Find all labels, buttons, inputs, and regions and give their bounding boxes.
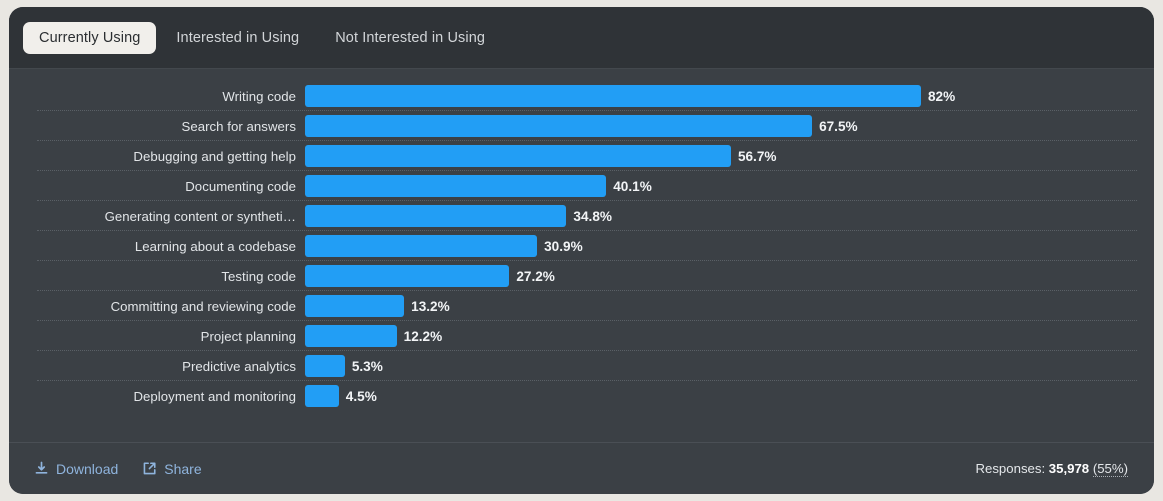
bar-category-label: Committing and reviewing code	[110, 298, 296, 314]
share-button[interactable]: Share	[142, 460, 202, 477]
bar[interactable]	[305, 85, 921, 107]
bar[interactable]	[305, 235, 538, 257]
bar-chart-row[interactable]: Project planning 12.2%	[9, 321, 1154, 351]
bar-chart-row[interactable]: Committing and reviewing code 13.2%	[9, 291, 1154, 321]
bar-chart: Writing code 82% Search for answers 67.5% De…	[9, 69, 1154, 442]
bar-track: 82%	[305, 81, 1154, 111]
bar[interactable]	[305, 265, 510, 287]
bar-value-label: 40.1%	[613, 178, 652, 194]
chart-footer: Download Share Responses: 35,978 (55%)	[9, 442, 1154, 494]
bar-category-label: Writing code	[222, 88, 296, 104]
bar-chart-row[interactable]: Search for answers 67.5%	[9, 111, 1154, 141]
tab-currently-using[interactable]: Currently Using	[23, 21, 157, 54]
bar-chart-row[interactable]: Generating content or syntheti… 34.8%	[9, 201, 1154, 231]
responses-count: 35,978	[1048, 461, 1090, 476]
bar[interactable]	[305, 115, 813, 137]
bar-chart-row[interactable]: Deployment and monitoring 4.5%	[9, 381, 1154, 411]
bar-value-label: 5.3%	[351, 358, 383, 374]
bar-category-label: Project planning	[200, 328, 296, 344]
tab-bar: Currently Using Interested in Using Not …	[9, 7, 1154, 69]
bar-chart-rows: Writing code 82% Search for answers 67.5% De…	[9, 81, 1154, 411]
bar-chart-row[interactable]: Testing code 27.2%	[9, 261, 1154, 291]
download-button[interactable]: Download	[34, 461, 118, 477]
bar-track: 67.5%	[305, 111, 1154, 141]
bar[interactable]	[305, 355, 345, 377]
footer-actions: Download Share	[34, 461, 202, 477]
bar-category-label: Generating content or syntheti…	[104, 208, 296, 224]
bar[interactable]	[305, 145, 731, 167]
bar-category-label: Testing code	[221, 268, 296, 284]
bar-track: 40.1%	[305, 171, 1154, 201]
bar-value-label: 4.5%	[345, 388, 377, 404]
bar-track: 56.7%	[305, 141, 1154, 171]
bar-track: 4.5%	[305, 381, 1154, 411]
responses-prefix: Responses:	[975, 461, 1046, 476]
bar-value-label: 12.2%	[403, 328, 443, 344]
bar[interactable]	[305, 205, 567, 227]
bar-chart-row[interactable]: Predictive analytics 5.3%	[9, 351, 1154, 381]
bar[interactable]	[305, 325, 397, 347]
external-link-icon	[142, 461, 157, 476]
bar-value-label: 67.5%	[819, 118, 858, 134]
responses-percent[interactable]: (55%)	[1092, 461, 1128, 477]
download-icon	[34, 461, 49, 476]
bar-category-label: Predictive analytics	[182, 358, 296, 374]
bar-track: 34.8%	[305, 201, 1154, 231]
bar[interactable]	[305, 385, 339, 407]
chart-card: Currently Using Interested in Using Not …	[9, 7, 1154, 494]
bar-value-label: 30.9%	[544, 238, 583, 254]
bar-chart-row[interactable]: Learning about a codebase 30.9%	[9, 231, 1154, 261]
bar-track: 5.3%	[305, 351, 1154, 381]
bar-value-label: 27.2%	[516, 268, 555, 284]
bar-chart-row[interactable]: Debugging and getting help 56.7%	[9, 141, 1154, 171]
bar-value-label: 34.8%	[573, 208, 612, 224]
bar-value-label: 13.2%	[411, 298, 450, 314]
bar-value-label: 82%	[928, 88, 956, 104]
share-label: Share	[164, 460, 202, 477]
bar[interactable]	[305, 175, 607, 197]
tab-not-interested-in-using[interactable]: Not Interested in Using	[319, 22, 501, 54]
bar-chart-row[interactable]: Writing code 82%	[9, 81, 1154, 111]
bar-chart-row[interactable]: Documenting code 40.1%	[9, 171, 1154, 201]
bar-category-label: Search for answers	[181, 118, 296, 134]
bar-category-label: Learning about a codebase	[134, 238, 296, 254]
bar-value-label: 56.7%	[737, 148, 777, 164]
bar-track: 13.2%	[305, 291, 1154, 321]
bar-track: 12.2%	[305, 321, 1154, 351]
responses-summary: Responses: 35,978 (55%)	[975, 461, 1128, 477]
bar-category-label: Documenting code	[185, 178, 296, 194]
bar-track: 27.2%	[305, 261, 1154, 291]
bar-category-label: Deployment and monitoring	[133, 388, 296, 404]
bar-track: 30.9%	[305, 231, 1154, 261]
download-label: Download	[56, 460, 119, 477]
bar-category-label: Debugging and getting help	[133, 148, 296, 164]
bar[interactable]	[305, 295, 405, 317]
tab-interested-in-using[interactable]: Interested in Using	[160, 22, 315, 54]
